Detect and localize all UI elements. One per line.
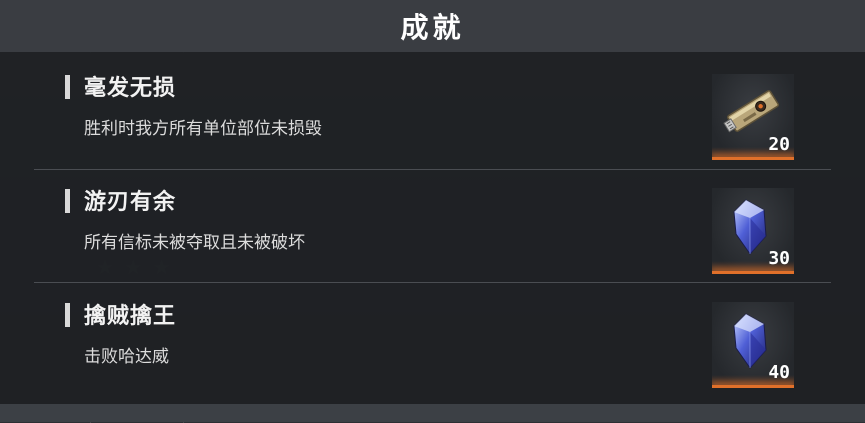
reward-slot[interactable]: 20: [712, 74, 794, 160]
achievement-title: 游刃有余: [84, 190, 177, 215]
achievement-title: 毫发无损: [84, 76, 177, 101]
reward-slot[interactable]: 30: [712, 188, 794, 274]
achievement-row[interactable]: 毫发无损 胜利时我方所有单位部位未损毁 20: [34, 56, 831, 169]
reward-count: 30: [768, 248, 790, 269]
achievement-description: 击败哈达威: [84, 347, 169, 367]
achievement-description: 胜利时我方所有单位部位未损毁: [84, 119, 322, 139]
achievement-description: 所有信标未被夺取且未被破坏: [84, 233, 305, 253]
accent-marker: [65, 189, 70, 213]
bottom-bar: [0, 404, 865, 422]
accent-marker: [65, 303, 70, 327]
reward-underline: [712, 385, 794, 388]
reward-count: 20: [768, 134, 790, 155]
accent-marker: [65, 75, 70, 99]
reward-count: 40: [768, 362, 790, 383]
row-divider: [34, 282, 831, 283]
achievements-panel: 毫发无损 胜利时我方所有单位部位未损毁 20 游刃有余 所有信标未被夺取且未被破…: [0, 52, 865, 404]
data-chip-icon: [723, 90, 779, 133]
page-title: 成就: [400, 11, 465, 44]
reward-underline: [712, 271, 794, 274]
achievement-row[interactable]: 擒贼擒王 击败哈达威 40: [34, 284, 831, 397]
reward-slot[interactable]: 40: [712, 302, 794, 388]
reward-underline: [712, 157, 794, 160]
achievement-row[interactable]: 游刃有余 所有信标未被夺取且未被破坏 30: [34, 170, 831, 283]
achievements-header: 成就: [0, 0, 865, 52]
achievement-title: 擒贼擒王: [84, 304, 177, 329]
